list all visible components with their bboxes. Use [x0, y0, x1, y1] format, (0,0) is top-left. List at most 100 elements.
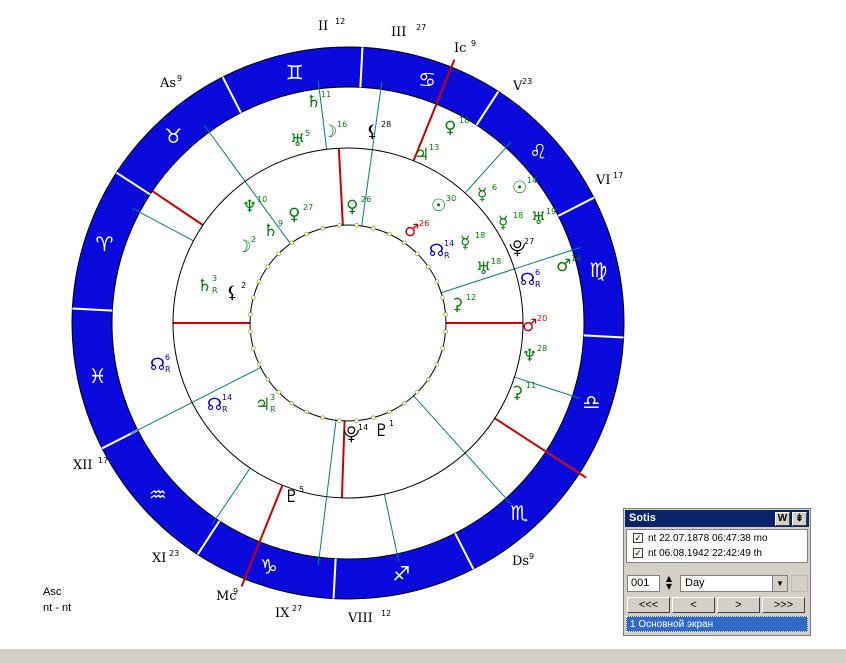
- degree-marker: [387, 409, 392, 415]
- degree-marker: [401, 240, 407, 245]
- nav-first-button[interactable]: <<<: [627, 597, 670, 613]
- step-input[interactable]: 001: [627, 575, 660, 592]
- nav-prev-button[interactable]: <: [672, 597, 715, 613]
- sagittarius-sign-icon: ♐: [392, 561, 410, 585]
- degree-marker: [371, 226, 376, 231]
- planet-degree: 27: [303, 203, 313, 212]
- house-line: [383, 494, 400, 562]
- planet-degree: 26: [419, 219, 429, 228]
- planet-glyph: ☽: [322, 122, 337, 142]
- house-line: [130, 367, 261, 435]
- planet-icon: ⯓27: [509, 237, 534, 259]
- planet-degree: 18: [475, 231, 485, 240]
- planet-icon: ☿ 18: [460, 231, 485, 253]
- planet-glyph: ♂: [522, 316, 537, 336]
- sotis-title: Sotis: [629, 512, 656, 524]
- planet-icon: ☉ 14: [512, 176, 537, 198]
- planet-degree: 20: [537, 314, 547, 323]
- planet-degree: 10: [257, 195, 267, 204]
- planet-icon: ♄ 3 R: [197, 274, 218, 296]
- checkbox-1[interactable]: ✓: [633, 533, 643, 543]
- planet-icon: ♂ 26: [404, 219, 429, 241]
- cusp-ic-degree: 9: [471, 39, 476, 48]
- cusp-viii-degree: 12: [381, 609, 391, 618]
- cusp-iii-degree: 27: [416, 23, 426, 32]
- degree-marker: [276, 251, 281, 256]
- cusp-ic-label: Ic: [454, 41, 466, 56]
- disabled-button[interactable]: [791, 575, 808, 592]
- planet-degree: 6: [165, 353, 170, 362]
- planet-degree: 6: [492, 183, 497, 192]
- planet-glyph: ⚳: [451, 295, 463, 315]
- planet-icon: ♂ 20: [522, 314, 547, 336]
- screen-item[interactable]: 1 Основной экран: [626, 616, 808, 632]
- house-line: [514, 376, 581, 399]
- cusp-xii-degree: 17: [98, 456, 108, 465]
- planet-degree: 19: [546, 207, 556, 216]
- planet-glyph: ☊: [207, 395, 222, 415]
- taurus-sign-icon: ♉: [164, 124, 182, 148]
- planet-icon: ☊ 14 R: [429, 239, 454, 261]
- planet-glyph: ♅: [290, 131, 305, 151]
- dock-button[interactable]: ⇟: [792, 512, 807, 526]
- degree-marker: [248, 329, 253, 334]
- chart-list: ✓ nt 22.07.1878 06:47:38 mo ✓ nt 06.08.1…: [626, 529, 808, 563]
- planet-glyph: ☉: [512, 178, 527, 198]
- planet-icon: ♃ 3 R: [255, 393, 276, 415]
- planet-glyph: ♅: [531, 209, 546, 229]
- cusp-vi-label: VI: [595, 173, 611, 188]
- status-bar: [0, 648, 846, 663]
- step-spinner[interactable]: ▲ ▼: [662, 575, 676, 592]
- degree-marker: [354, 223, 359, 228]
- sotis-title-bar[interactable]: Sotis W ⇟: [625, 510, 809, 527]
- unit-select[interactable]: Day ▼: [680, 575, 788, 592]
- planet-icon: ☿ 18: [498, 211, 523, 233]
- planet-degree: 12: [466, 293, 476, 302]
- planet-degree: 14: [571, 254, 581, 263]
- planet-degree: 18: [459, 116, 469, 125]
- cusp-ds-degree: 9: [529, 552, 534, 561]
- degree-marker: [251, 295, 256, 300]
- chart-entry-1[interactable]: ✓ nt 22.07.1878 06:47:38 mo: [629, 531, 807, 546]
- retrograde-flag: R: [535, 280, 541, 289]
- nav-last-button[interactable]: >>>: [762, 597, 805, 613]
- cusp-ii-label: II: [318, 19, 328, 34]
- planet-glyph: ♄: [263, 221, 278, 241]
- planet-glyph: ♂: [556, 256, 571, 276]
- chart-entry-2[interactable]: ✓ nt 06.08.1942 22:42:49 th: [629, 546, 807, 561]
- planet-icon: ☽ 16: [322, 120, 347, 142]
- planet-glyph: ⚸: [366, 122, 378, 142]
- retrograde-flag: R: [444, 251, 450, 260]
- checkbox-2[interactable]: ✓: [633, 548, 643, 558]
- degree-marker: [337, 223, 342, 228]
- degree-marker: [251, 346, 256, 351]
- planet-glyph: ♃: [255, 395, 270, 415]
- cusp-as-label: As: [159, 76, 176, 91]
- degree-marker: [248, 312, 253, 317]
- degree-marker: [256, 362, 262, 367]
- cusp-viii-label: VIII: [347, 611, 373, 626]
- virgo-sign-icon: ♍: [589, 258, 607, 282]
- nav-next-button[interactable]: >: [717, 597, 760, 613]
- leo-sign-icon: ♌: [529, 140, 547, 164]
- cusp-iii-label: III: [391, 25, 406, 40]
- cusp-ix-label: IX: [275, 606, 290, 621]
- planet-degree: 5: [305, 129, 310, 138]
- degree-marker: [401, 401, 407, 406]
- planet-glyph: ☽: [236, 237, 251, 257]
- degree-marker: [443, 329, 448, 334]
- planet-degree: 2: [251, 235, 256, 244]
- cusp-xi-label: XI: [152, 551, 166, 566]
- retrograde-flag: R: [165, 365, 171, 374]
- w-button[interactable]: W: [775, 512, 790, 526]
- chevron-down-icon[interactable]: ▼: [772, 576, 787, 591]
- asc-label: Asc: [43, 586, 62, 598]
- planet-icon: ☿ 6: [477, 183, 497, 205]
- planet-degree: 11: [321, 90, 331, 99]
- planet-degree: 5: [299, 485, 304, 494]
- planet-degree: 13: [429, 143, 439, 152]
- planet-glyph: ⚳: [511, 383, 523, 403]
- degree-marker: [426, 264, 431, 270]
- planet-glyph: ♇: [374, 421, 389, 441]
- planet-degree: 26: [361, 195, 371, 204]
